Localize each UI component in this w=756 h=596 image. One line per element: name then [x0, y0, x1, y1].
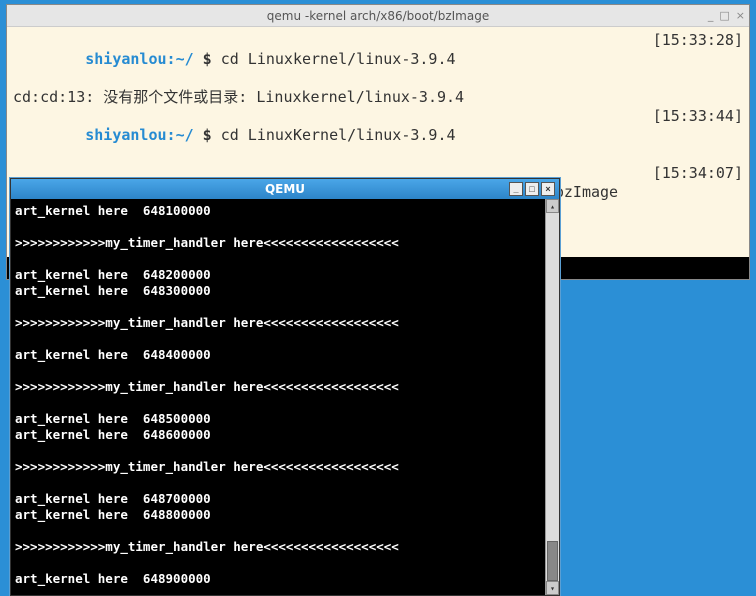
qemu-window: QEMU _ □ × art_kernel here 648100000 >>>… — [10, 178, 560, 596]
timestamp-1: [15:33:28] — [653, 31, 743, 88]
qemu-scrollbar[interactable]: ▴ ▾ — [545, 199, 559, 595]
error-line: cd:cd:13: 没有那个文件或目录: Linuxkernel/linux-3… — [13, 88, 743, 107]
close-icon[interactable]: × — [736, 9, 745, 22]
maximize-icon[interactable]: □ — [719, 9, 729, 22]
prompt-line-2: shiyanlou:~/ $ cd LinuxKernel/linux-3.9.… — [13, 107, 743, 164]
timestamp-3: [15:34:07] — [653, 164, 743, 221]
minimize-icon[interactable]: _ — [708, 9, 714, 22]
command-2: cd LinuxKernel/linux-3.9.4 — [221, 126, 456, 144]
main-title-text: qemu -kernel arch/x86/boot/bzImage — [267, 9, 489, 23]
qemu-window-controls: _ □ × — [509, 182, 555, 196]
qemu-terminal-body[interactable]: art_kernel here 648100000 >>>>>>>>>>>>my… — [11, 199, 559, 595]
qemu-close-button[interactable]: × — [541, 182, 555, 196]
prompt-user: shiyanlou — [85, 50, 166, 68]
qemu-minimize-button[interactable]: _ — [509, 182, 523, 196]
qemu-maximize-button[interactable]: □ — [525, 182, 539, 196]
qemu-titlebar[interactable]: QEMU _ □ × — [11, 179, 559, 199]
scroll-down-button[interactable]: ▾ — [546, 581, 559, 595]
scroll-up-button[interactable]: ▴ — [546, 199, 559, 213]
main-window-controls: _ □ × — [708, 9, 745, 22]
qemu-title-text: QEMU — [265, 182, 305, 196]
command-1: cd Linuxkernel/linux-3.9.4 — [221, 50, 456, 68]
prompt-dir: ~/ — [176, 50, 194, 68]
prompt-line-1: shiyanlou:~/ $ cd Linuxkernel/linux-3.9.… — [13, 31, 743, 88]
error-text: cd:cd:13: 没有那个文件或目录: Linuxkernel/linux-3… — [13, 88, 464, 107]
prompt-dollar: $ — [203, 50, 212, 68]
main-titlebar[interactable]: qemu -kernel arch/x86/boot/bzImage _ □ × — [7, 5, 749, 27]
timestamp-2: [15:33:44] — [653, 107, 743, 164]
scroll-thumb[interactable] — [547, 541, 558, 581]
